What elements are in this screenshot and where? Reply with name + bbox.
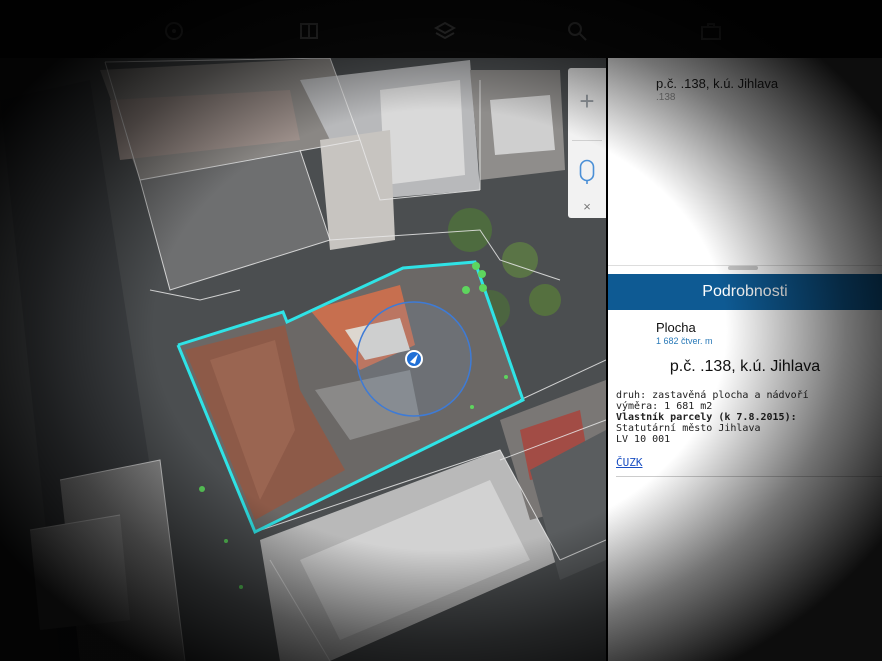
close-button[interactable]: ×: [568, 196, 606, 216]
pane-resize-handle[interactable]: [728, 266, 758, 270]
search-result-item[interactable]: p.č. .138, k.ú. Jihlava .138: [608, 58, 882, 266]
book-icon[interactable]: [298, 20, 320, 42]
location-icon[interactable]: [163, 20, 185, 42]
pin-icon[interactable]: [568, 150, 606, 194]
detail-line: výměra: 1 681 m2: [616, 401, 713, 412]
area-value: 1 682 čtver. m: [656, 336, 713, 346]
result-subtitle: .138: [656, 92, 676, 103]
briefcase-icon[interactable]: [700, 20, 722, 42]
map-control-panel: + ×: [568, 68, 606, 218]
control-divider: [572, 140, 602, 141]
parcel-title: p.č. .138, k.ú. Jihlava: [669, 358, 821, 375]
zoom-in-button[interactable]: +: [568, 74, 606, 128]
owner-heading: Vlastník parcely (k 7.8.2015):: [616, 412, 797, 423]
search-icon[interactable]: [566, 20, 588, 42]
aerial-map[interactable]: [0, 58, 606, 661]
info-pane: p.č. .138, k.ú. Jihlava .138 Podrobnosti…: [608, 58, 882, 661]
cuzk-link[interactable]: ČUZK: [616, 456, 643, 469]
result-title: p.č. .138, k.ú. Jihlava: [656, 76, 779, 91]
owner-name: Statutární město Jihlava: [616, 423, 761, 434]
top-toolbar: [0, 0, 882, 58]
layers-icon[interactable]: [434, 20, 456, 42]
map-canvas: [0, 58, 606, 661]
area-label: Plocha: [656, 320, 696, 335]
details-header: Podrobnosti: [608, 274, 882, 310]
lv-number: LV 10 001: [616, 434, 671, 445]
detail-line: druh: zastavěná plocha a nádvoří: [616, 390, 809, 401]
divider: [616, 476, 882, 477]
